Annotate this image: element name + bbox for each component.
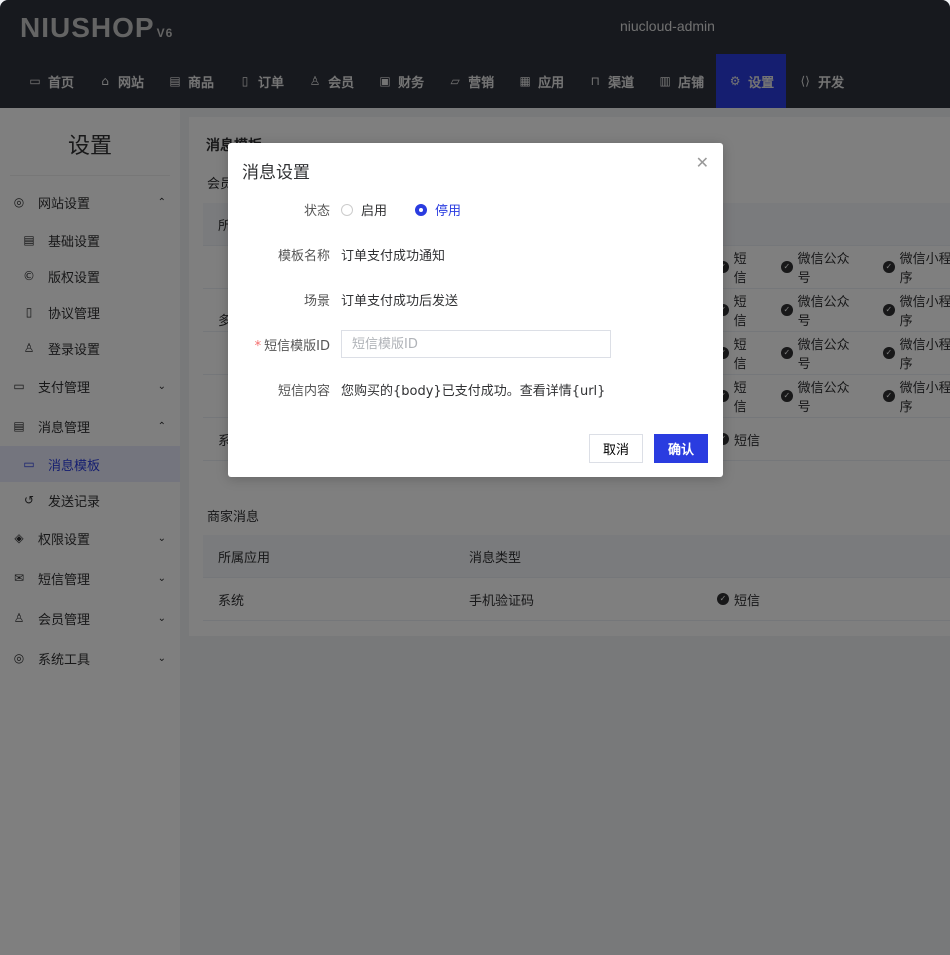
cancel-button[interactable]: 取消 xyxy=(589,434,643,463)
radio-enable[interactable]: 启用 xyxy=(341,200,387,219)
sms-id-input[interactable] xyxy=(341,330,611,358)
scene-value: 订单支付成功后发送 xyxy=(341,294,459,309)
sms-content-value: 您购买的{body}已支付成功。查看详情{url} xyxy=(341,384,606,399)
confirm-button[interactable]: 确认 xyxy=(654,434,708,463)
status-label: 状态 xyxy=(303,204,330,219)
scene-row: 场景 订单支付成功后发送 xyxy=(228,290,723,309)
sms-content-label: 短信内容 xyxy=(277,384,330,399)
radio-disable[interactable]: 停用 xyxy=(415,200,461,219)
radio-label: 启用 xyxy=(361,204,388,219)
radio-label: 停用 xyxy=(435,204,462,219)
sms-id-label: 短信模版ID xyxy=(264,338,330,354)
status-row: 状态 启用 停用 xyxy=(228,200,723,219)
message-settings-dialog: 消息设置 ✕ 状态 启用 停用 模板名称 订单支付成功通知 场景 订单支付成功后发送… xyxy=(228,143,723,477)
required-mark: * xyxy=(254,338,262,354)
template-name-label: 模板名称 xyxy=(277,249,330,264)
template-name-value: 订单支付成功通知 xyxy=(341,249,446,264)
template-name-row: 模板名称 订单支付成功通知 xyxy=(228,245,723,264)
close-icon[interactable]: ✕ xyxy=(696,153,709,172)
sms-id-row: * 短信模版ID xyxy=(228,330,723,358)
scene-label: 场景 xyxy=(303,294,330,309)
dialog-title: 消息设置 xyxy=(242,163,310,183)
sms-content-row: 短信内容 您购买的{body}已支付成功。查看详情{url} xyxy=(228,380,723,399)
